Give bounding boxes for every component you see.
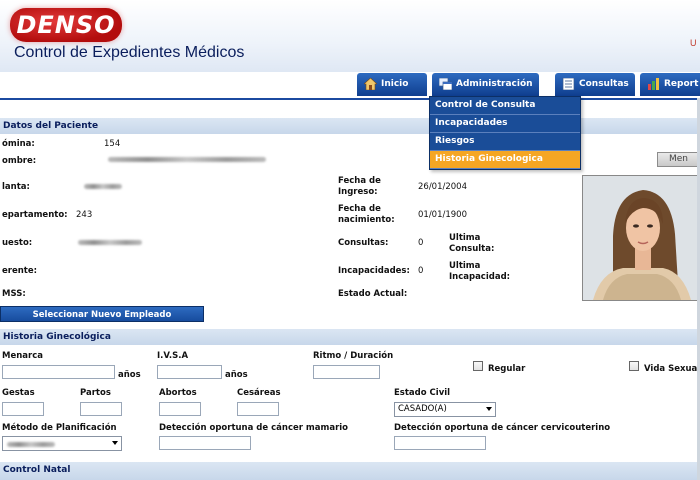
vida-sexual-checkbox[interactable] <box>629 361 639 371</box>
tab-inicio[interactable]: Inicio <box>357 73 427 96</box>
fecha-nac-label-2: nacimiento: <box>338 215 395 225</box>
nombre-redacted <box>108 157 266 162</box>
ultima-incapacidad-label-1: Ultima <box>449 261 481 271</box>
menu-item-historia-ginecologica[interactable]: Historia Ginecologica <box>430 151 580 169</box>
select-new-employee-button[interactable]: Seleccionar Nuevo Empleado <box>0 306 204 322</box>
denso-logo: DENSO <box>10 8 122 42</box>
fecha-nac-label-1: Fecha de <box>338 204 381 214</box>
ultima-incapacidad-label-2: Incapacidad: <box>449 272 511 282</box>
menarca-input[interactable] <box>2 365 115 379</box>
puesto-redacted <box>78 240 142 245</box>
metodo-planificacion-label: Método de Planificación <box>2 423 117 433</box>
ultima-consulta-label-1: Ultima <box>449 233 481 243</box>
ritmo-label: Ritmo / Duración <box>313 351 394 361</box>
cancer-mamario-input[interactable] <box>159 436 251 450</box>
menu-item-control-consulta[interactable]: Control de Consulta <box>430 97 580 115</box>
nomina-value: 154 <box>104 139 121 149</box>
tab-label: Administración <box>456 79 533 89</box>
estado-actual-label: Estado Actual: <box>338 289 408 299</box>
abortos-label: Abortos <box>159 388 197 398</box>
cancer-mamario-label: Detección oportuna de cáncer mamario <box>159 423 349 433</box>
tab-label: Inicio <box>381 79 409 89</box>
menu-item-riesgos[interactable]: Riesgos <box>430 133 580 151</box>
departamento-label: epartamento: <box>2 210 68 220</box>
planta-label: lanta: <box>2 182 30 192</box>
chevron-down-icon <box>486 407 492 411</box>
ivsa-label: I.V.S.A <box>157 351 189 361</box>
fecha-nac-value: 01/01/1900 <box>418 210 467 220</box>
chart-icon <box>648 78 659 90</box>
ritmo-input[interactable] <box>313 365 380 379</box>
cancer-cervicouterino-input[interactable] <box>394 436 486 450</box>
home-icon <box>364 78 377 90</box>
ivsa-anos-label: años <box>225 370 248 380</box>
estado-civil-select[interactable]: CASADO(A) <box>394 402 496 417</box>
menarca-label: Menarca <box>2 351 43 361</box>
gerente-label: erente: <box>2 266 38 276</box>
imss-label: MSS: <box>2 289 26 299</box>
partos-label: Partos <box>80 388 111 398</box>
list-icon <box>562 78 575 90</box>
incapacidades-label: Incapacidades: <box>338 266 410 276</box>
section-control-natal: Control Natal <box>0 462 700 480</box>
consultas-label: Consultas: <box>338 238 389 248</box>
ultima-consulta-label-2: Consulta: <box>449 244 495 254</box>
departamento-value: 243 <box>76 210 93 220</box>
incapacidades-value: 0 <box>418 266 424 276</box>
tab-administracion[interactable]: Administración <box>432 73 539 96</box>
ivsa-input[interactable] <box>157 365 222 379</box>
estado-civil-label: Estado Civil <box>394 388 451 398</box>
vida-sexual-label: Vida Sexua <box>644 364 698 374</box>
gestas-input[interactable] <box>2 402 44 416</box>
estado-civil-value: CASADO(A) <box>398 404 447 414</box>
gestas-label: Gestas <box>2 388 35 398</box>
regular-label: Regular <box>488 364 526 374</box>
administracion-dropdown-menu: Control de Consulta Incapacidades Riesgo… <box>429 96 581 170</box>
fecha-ingreso-label-1: Fecha de <box>338 176 381 186</box>
nomina-label: ómina: <box>2 139 35 149</box>
menu-button[interactable]: Men <box>657 152 700 167</box>
menarca-anos-label: años <box>118 370 141 380</box>
tab-reportes[interactable]: Report <box>640 73 700 96</box>
abortos-input[interactable] <box>159 402 201 416</box>
tab-label: Consultas <box>579 79 629 89</box>
consultas-value: 0 <box>418 238 424 248</box>
nombre-label: ombre: <box>2 156 37 166</box>
fecha-ingreso-label-2: Ingreso: <box>338 187 378 197</box>
windows-icon <box>439 78 452 90</box>
metodo-planificacion-select[interactable] <box>2 436 122 451</box>
metodo-redacted <box>7 442 55 447</box>
tab-consultas[interactable]: Consultas <box>555 73 635 96</box>
cancer-cervicouterino-label: Detección oportuna de cáncer cervicouter… <box>394 423 611 433</box>
planta-redacted <box>84 184 122 189</box>
section-historia-ginecologica: Historia Ginecológica <box>0 329 700 345</box>
fecha-ingreso-value: 26/01/2004 <box>418 182 467 192</box>
patient-photo <box>582 175 698 301</box>
user-hint-text: U <box>690 38 697 48</box>
puesto-label: uesto: <box>2 238 33 248</box>
tab-label: Report <box>664 79 699 89</box>
regular-checkbox[interactable] <box>473 361 483 371</box>
section-datos-paciente: Datos del Paciente <box>0 118 700 134</box>
cesareas-label: Cesáreas <box>237 388 281 398</box>
cesareas-input[interactable] <box>237 402 279 416</box>
app-title: Control de Expedientes Médicos <box>14 44 245 61</box>
partos-input[interactable] <box>80 402 122 416</box>
menu-item-incapacidades[interactable]: Incapacidades <box>430 115 580 133</box>
chevron-down-icon <box>112 441 118 445</box>
